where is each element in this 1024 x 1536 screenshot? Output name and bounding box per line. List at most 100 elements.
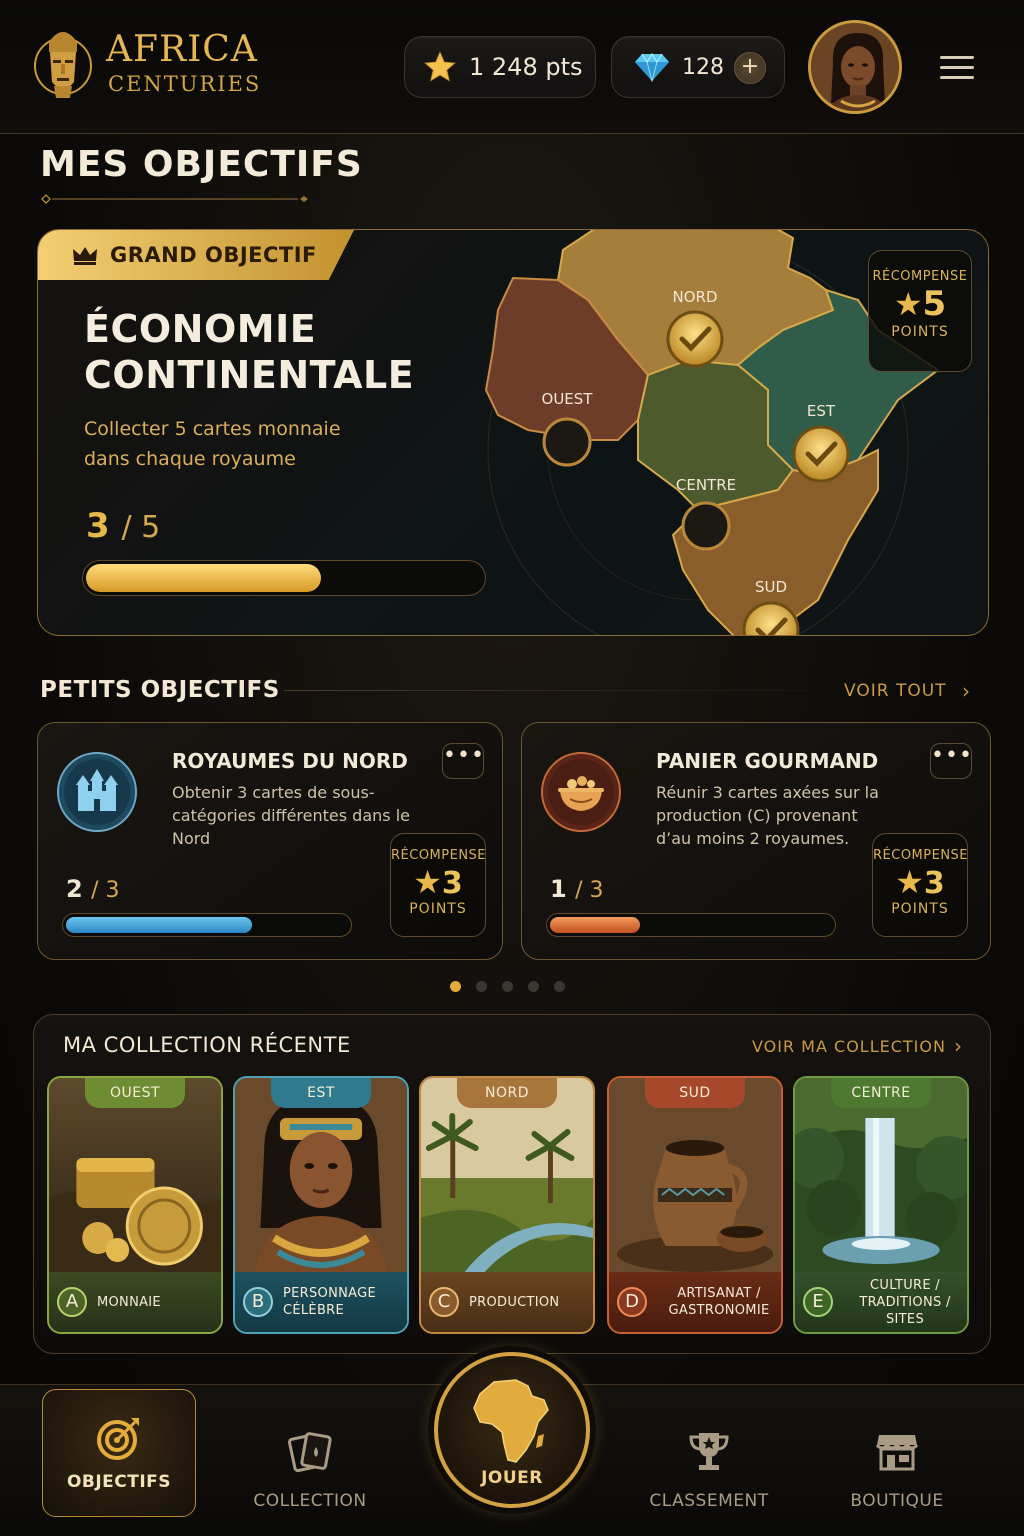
card-category-letter: E	[803, 1287, 833, 1317]
carousel-pagination[interactable]	[450, 981, 580, 993]
castle-icon	[57, 752, 137, 832]
objective-reward-box: RÉCOMPENSE ★3 POINTS	[390, 833, 486, 937]
player-portrait-icon	[811, 23, 899, 111]
card-region-tag: NORD	[457, 1078, 557, 1108]
recent-collection-panel: MA COLLECTION RÉCENTE VOIR MA COLLECTION…	[33, 1014, 991, 1354]
objective-progress-fill	[66, 917, 253, 933]
grand-progress-count: 3 / 5	[86, 506, 160, 546]
more-options-button[interactable]: •••	[442, 743, 484, 779]
grand-progress-total: / 5	[121, 510, 161, 545]
objective-progress-fill	[550, 917, 640, 933]
card-region-tag: OUEST	[85, 1078, 185, 1108]
trophy-icon	[689, 1433, 729, 1470]
star-icon	[424, 51, 456, 82]
grand-objective-badge: GRAND OBJECTIF	[38, 230, 354, 280]
card-region-tag: SUD	[645, 1078, 745, 1108]
grand-objective-description: Collecter 5 cartes monnaie dans chaque r…	[84, 418, 341, 470]
objective-description: Réunir 3 cartes axées sur la production …	[656, 783, 879, 848]
nav-objectives[interactable]: OBJECTIFS	[42, 1389, 196, 1517]
reward-unit: POINTS	[891, 901, 949, 917]
region-nord-marker: NORD	[666, 288, 724, 368]
objective-title: PANIER GOURMAND	[656, 749, 879, 773]
chevron-right-icon[interactable]: ›	[954, 1034, 962, 1058]
app-logo[interactable]: AFRICA CENTURIES	[30, 22, 260, 112]
top-bar: AFRICA CENTURIES 1 248 pts 128 +	[0, 0, 1024, 134]
grand-objective-card[interactable]: NORD OUEST EST CENTRE SUD GRAND OBJECTIF	[37, 229, 989, 636]
points-value: 1 248 pts	[469, 53, 583, 81]
page-dot[interactable]	[476, 981, 487, 992]
star-icon: ★	[895, 863, 924, 901]
card-category-letter: B	[243, 1287, 273, 1317]
collection-card[interactable]: EST B PERSONNAGE CÉLÈBRE	[233, 1076, 409, 1334]
reward-label: RÉCOMPENSE	[873, 848, 969, 863]
logo-title: AFRICA	[106, 29, 258, 70]
see-all-link[interactable]: VOIR TOUT	[844, 681, 947, 701]
page-dot[interactable]	[450, 981, 461, 992]
mask-logo-icon	[34, 32, 92, 98]
region-nord-label: NORD	[673, 288, 718, 306]
points-counter[interactable]: 1 248 pts	[404, 36, 596, 98]
page-dot[interactable]	[528, 981, 539, 992]
card-category-letter: C	[429, 1287, 459, 1317]
region-centre-label: CENTRE	[676, 476, 736, 494]
nav-label: OBJECTIFS	[66, 1472, 172, 1492]
pottery-illustration	[609, 1078, 781, 1278]
nav-label: BOUTIQUE	[850, 1491, 944, 1511]
title-divider	[41, 194, 308, 204]
grand-reward-box: RÉCOMPENSE ★5 POINTS	[868, 250, 972, 372]
hamburger-menu-icon[interactable]	[940, 56, 974, 82]
famous-queen-illustration	[235, 1078, 407, 1278]
small-objectives-heading: PETITS OBJECTIFS	[40, 677, 280, 703]
avatar[interactable]	[808, 20, 902, 114]
waterfall-illustration	[795, 1078, 967, 1278]
region-ouest-marker: OUEST	[542, 390, 594, 467]
grand-progress-current: 3	[86, 506, 110, 546]
card-category: MONNAIE	[97, 1294, 161, 1310]
logo-subtitle: CENTURIES	[108, 72, 262, 96]
objective-description: Obtenir 3 cartes de sous-catégories diff…	[172, 783, 410, 848]
reward-unit: POINTS	[891, 324, 949, 340]
nav-ranking[interactable]: CLASSEMENT	[634, 1407, 784, 1517]
nav-collection[interactable]: COLLECTION	[235, 1407, 385, 1517]
small-objective-card[interactable]: PANIER GOURMAND Réunir 3 cartes axées su…	[521, 722, 991, 960]
nav-label: COLLECTION	[253, 1491, 367, 1511]
gems-counter[interactable]: 128 +	[611, 36, 785, 98]
see-collection-link[interactable]: VOIR MA COLLECTION	[752, 1037, 946, 1056]
card-category-letter: D	[617, 1287, 647, 1317]
gems-value: 128	[682, 54, 724, 80]
objective-title: ROYAUMES DU NORD	[172, 749, 408, 773]
africa-map-icon	[473, 1379, 549, 1463]
region-sud-label: SUD	[755, 578, 787, 596]
heading-divider	[284, 690, 810, 691]
page-dot[interactable]	[554, 981, 565, 992]
add-gems-button[interactable]: +	[734, 52, 766, 84]
collection-card[interactable]: NORD C PRODUCTION	[419, 1076, 595, 1334]
collection-card[interactable]: OUEST A MONNAIE	[47, 1076, 223, 1334]
more-options-button[interactable]: •••	[930, 743, 972, 779]
reward-points: ★3	[413, 863, 463, 901]
nav-label: CLASSEMENT	[649, 1491, 769, 1511]
objective-reward-box: RÉCOMPENSE ★3 POINTS	[872, 833, 968, 937]
card-region-tag: EST	[271, 1078, 371, 1108]
card-category: CULTURE / TRADITIONS / SITES	[859, 1277, 951, 1327]
chevron-right-icon[interactable]: ›	[962, 679, 970, 703]
star-icon: ★	[413, 863, 442, 901]
diamond-icon	[635, 53, 669, 82]
play-button[interactable]: JOUER	[434, 1352, 590, 1508]
small-objective-card[interactable]: ROYAUMES DU NORD Obtenir 3 cartes de sou…	[37, 722, 503, 960]
page-dot[interactable]	[502, 981, 513, 992]
region-ouest-label: OUEST	[542, 390, 594, 408]
collection-title: MA COLLECTION RÉCENTE	[63, 1033, 351, 1057]
palm-fields-illustration	[421, 1078, 593, 1278]
reward-points: ★5	[893, 284, 947, 324]
nav-shop[interactable]: BOUTIQUE	[822, 1407, 972, 1517]
card-footer: C PRODUCTION	[421, 1272, 593, 1332]
objective-progress-count: 1 / 3	[550, 875, 604, 903]
objective-progress-count: 2 / 3	[66, 875, 120, 903]
collection-card[interactable]: CENTRE E CULTURE / TRADITIONS / SITES	[793, 1076, 969, 1334]
objective-progress-bar	[546, 913, 836, 937]
grand-badge-label: GRAND OBJECTIF	[110, 243, 317, 267]
collection-card[interactable]: SUD D ARTISANAT / GASTRONOMIE	[607, 1076, 783, 1334]
page-title: MES OBJECTIFS	[40, 144, 363, 185]
reward-label: RÉCOMPENSE	[391, 848, 487, 863]
